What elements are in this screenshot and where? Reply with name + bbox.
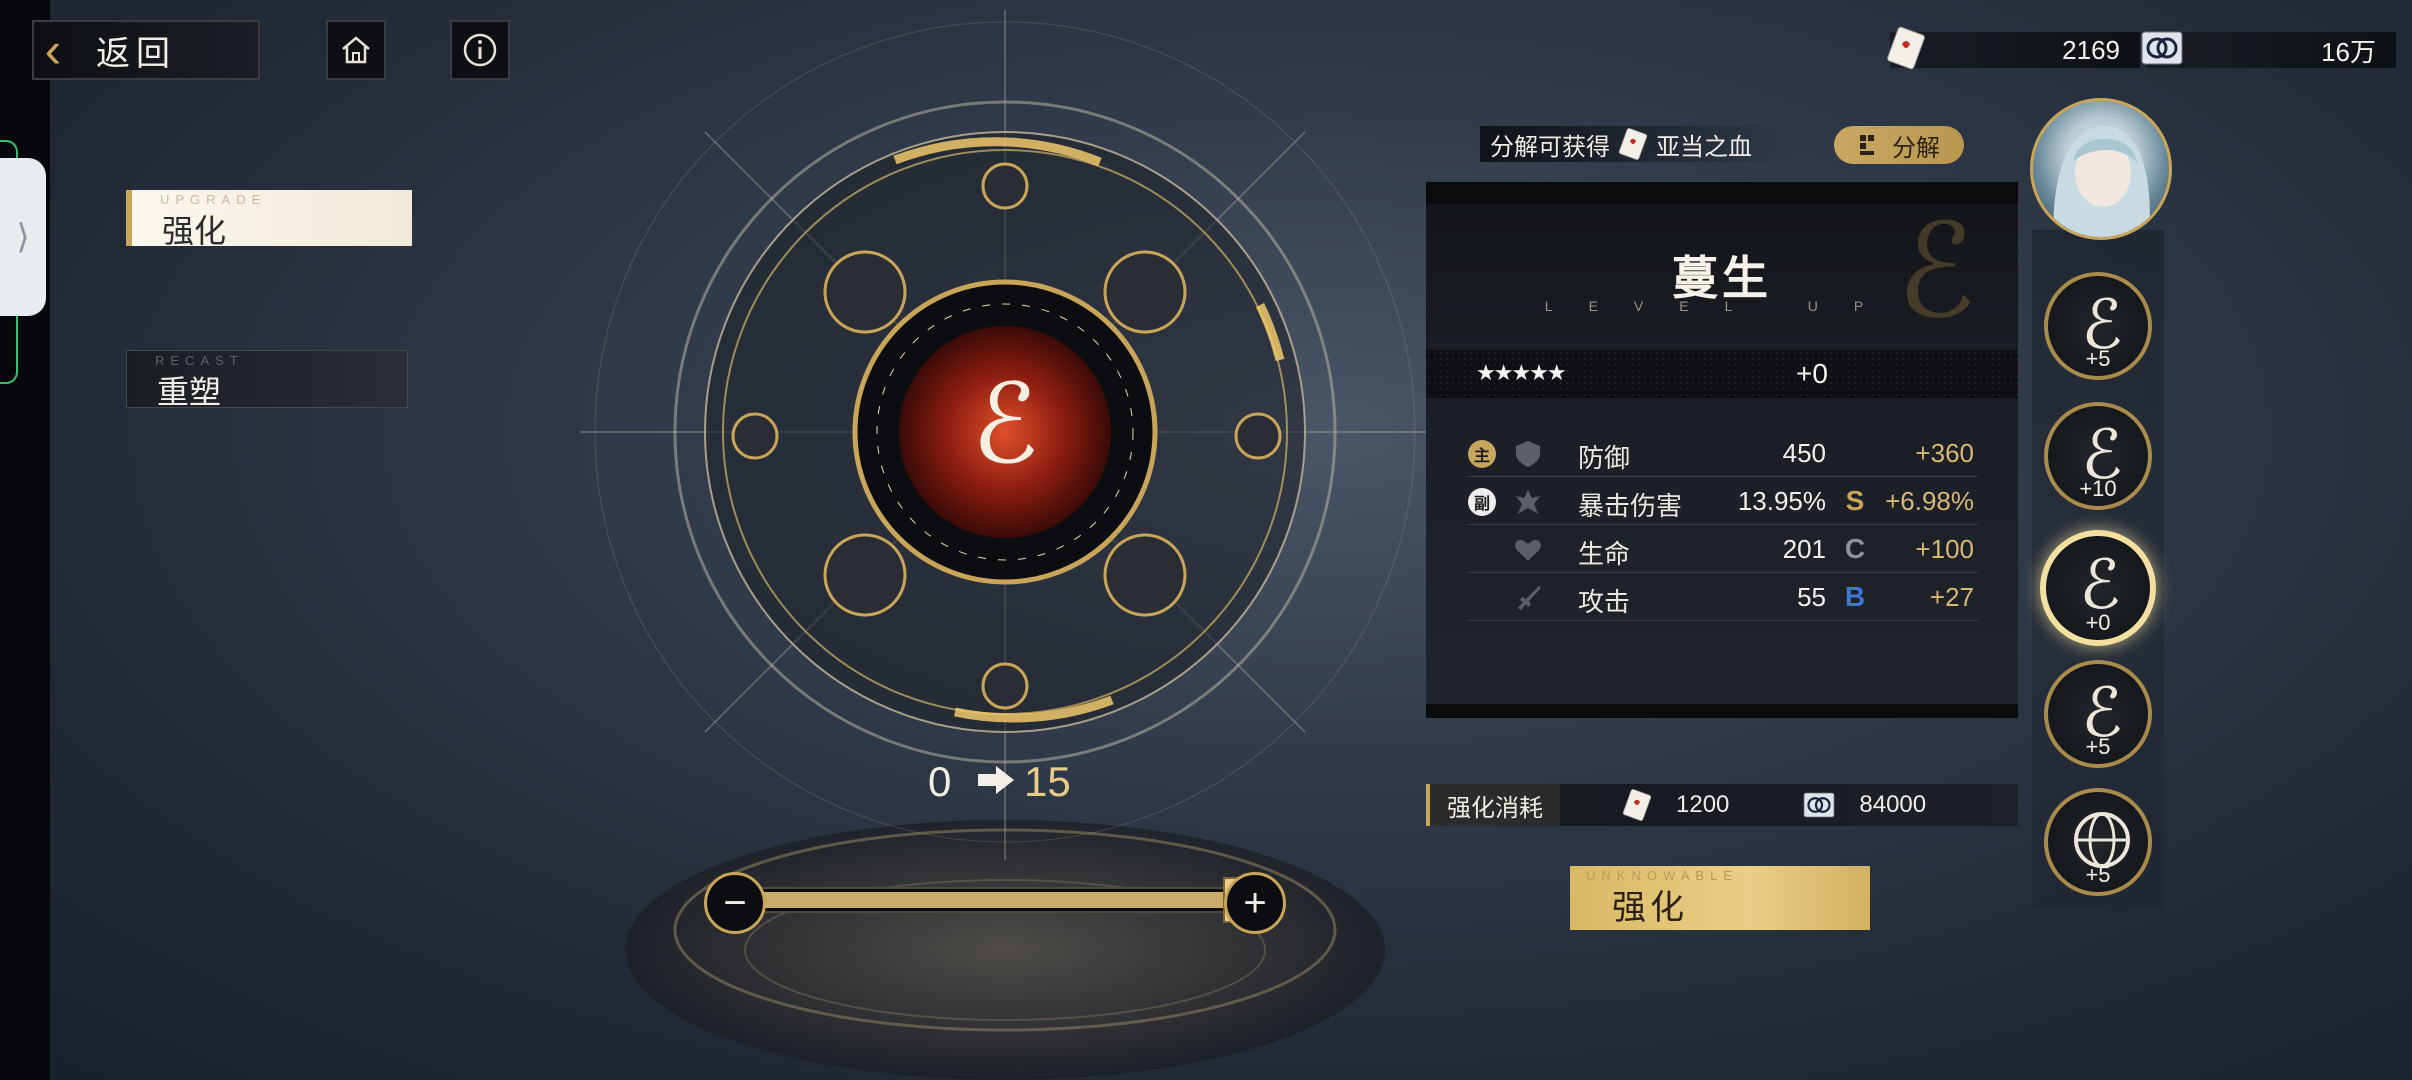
upgrade-cost: 强化消耗 1200 84000 xyxy=(1426,784,2018,826)
slot-level: +0 xyxy=(2085,610,2111,635)
tab-recast-label: 重塑 xyxy=(157,374,222,410)
back-button[interactable]: ‹ 返回 xyxy=(32,20,260,80)
side-pull-tab[interactable]: ⟩ xyxy=(0,158,46,316)
info-button[interactable] xyxy=(450,20,510,80)
stat-row-defense: 主 防御 450 +360 xyxy=(1468,428,1978,477)
blood-amount: 2169 xyxy=(2062,34,2120,65)
equipment-slot-1[interactable]: ℰ +5 xyxy=(2044,272,2152,380)
level-bonus: +0 xyxy=(1796,358,1828,389)
grade-s-icon: S xyxy=(1845,485,1865,516)
stat-value: 13.95% xyxy=(1737,486,1826,516)
arrow-right-icon xyxy=(978,766,1014,794)
stat-value: 201 xyxy=(1782,534,1826,564)
plus-button[interactable]: + xyxy=(1224,872,1286,934)
tab-upgrade-sub: UPGRADE xyxy=(160,192,267,207)
currency-blood: 2169 xyxy=(1887,26,2140,70)
panel-bottom-strip xyxy=(1426,704,2018,718)
cost-coin: 84000 xyxy=(1859,791,1927,818)
chevron-left-icon: ‹ xyxy=(44,22,62,78)
dismantle-button[interactable]: 分解 xyxy=(1834,126,1964,164)
dismantle-note-item: 亚当之血 xyxy=(1656,133,1752,161)
stat-increase: +100 xyxy=(1915,534,1974,564)
grid-icon xyxy=(1860,135,1874,155)
tab-recast-sub: RECAST xyxy=(155,353,244,368)
equipment-slot-4[interactable]: ℰ +5 xyxy=(2044,660,2152,768)
blood-card-icon xyxy=(1618,127,1648,161)
dismantle-label: 分解 xyxy=(1892,134,1940,162)
blood-card-icon xyxy=(1622,788,1652,822)
stat-increase: +6.98% xyxy=(1885,486,1974,516)
stat-name: 生命 xyxy=(1578,539,1631,569)
stat-increase: +27 xyxy=(1929,582,1974,612)
cost-blood: 1200 xyxy=(1676,791,1730,818)
tab-upgrade-label: 强化 xyxy=(162,213,227,249)
coin-amount: 16万 xyxy=(2321,36,2376,67)
home-button[interactable] xyxy=(326,20,386,80)
coin-card-icon xyxy=(1804,792,1835,818)
slot-level: +5 xyxy=(2085,862,2111,887)
blood-card-icon xyxy=(1887,26,1925,70)
equipment-slot-3[interactable]: ℰ +0 xyxy=(2040,530,2156,646)
character-avatar[interactable] xyxy=(2030,98,2172,240)
item-subtitle: LEVEL UP xyxy=(1544,298,1900,314)
currency-coin: 16万 xyxy=(2141,31,2396,68)
sub-stat-badge: 副 xyxy=(1468,488,1496,516)
equipment-slot-5[interactable]: +5 xyxy=(2044,788,2152,896)
panel-top-strip xyxy=(1426,182,2018,204)
stat-value: 55 xyxy=(1797,582,1826,612)
stat-name: 攻击 xyxy=(1578,587,1631,617)
home-icon xyxy=(342,36,370,64)
info-icon xyxy=(463,33,497,67)
back-label: 返回 xyxy=(96,34,176,73)
minus-button[interactable]: − xyxy=(704,872,766,934)
main-stat-badge: 主 xyxy=(1468,440,1496,468)
stat-row-crit-damage: 副 暴击伤害 13.95% S +6.98% xyxy=(1468,476,1978,525)
grade-b-icon: B xyxy=(1844,581,1866,612)
svg-text:ℰ: ℰ xyxy=(972,360,1039,488)
stat-increase: +360 xyxy=(1915,438,1974,468)
level-slider[interactable] xyxy=(700,868,1300,932)
heart-icon xyxy=(1515,539,1541,561)
tab-upgrade[interactable]: UPGRADE 强化 xyxy=(126,190,412,249)
avatar-portrait xyxy=(2053,126,2150,237)
level-to: 15 xyxy=(1024,758,1071,805)
stat-name: 防御 xyxy=(1578,443,1631,473)
upgrade-button[interactable]: UNKNOWABLE 强化 xyxy=(1570,866,1870,930)
coin-card-icon xyxy=(2141,31,2183,65)
crit-icon xyxy=(1516,490,1540,514)
shield-icon xyxy=(1516,441,1540,467)
dismantle-note-prefix: 分解可获得 xyxy=(1490,133,1610,161)
rarity-stars: ★★★★★ xyxy=(1476,360,1567,385)
equipment-slot-2[interactable]: ℰ +10 xyxy=(2044,402,2152,510)
slot-level: +10 xyxy=(2079,476,2117,501)
stat-row-attack: 攻击 55 B +27 xyxy=(1468,572,1978,621)
slot-level: +5 xyxy=(2085,346,2111,371)
item-panel: ℰ 蔓生 LEVEL UP ★★★★★ +0 主 防御 450 +360 副 暴… xyxy=(1426,182,2018,718)
cost-label: 强化消耗 xyxy=(1426,784,1560,826)
chevron-right-icon: ⟩ xyxy=(16,218,30,256)
dismantle-note: 分解可获得 亚当之血 xyxy=(1480,126,1792,162)
stat-row-hp: 生命 201 C +100 xyxy=(1468,524,1978,573)
grade-c-icon: C xyxy=(1844,533,1866,564)
slider-fill xyxy=(754,892,1246,908)
rarity-row: ★★★★★ +0 xyxy=(1426,350,2018,398)
slot-level: +5 xyxy=(2085,734,2111,759)
tab-recast[interactable]: RECAST 重塑 xyxy=(126,350,408,410)
upgrade-button-label: 强化 xyxy=(1612,889,1688,927)
sword-icon xyxy=(1518,586,1541,610)
stat-value: 450 xyxy=(1782,438,1826,468)
level-from: 0 xyxy=(928,758,952,805)
stat-name: 暴击伤害 xyxy=(1578,491,1683,521)
